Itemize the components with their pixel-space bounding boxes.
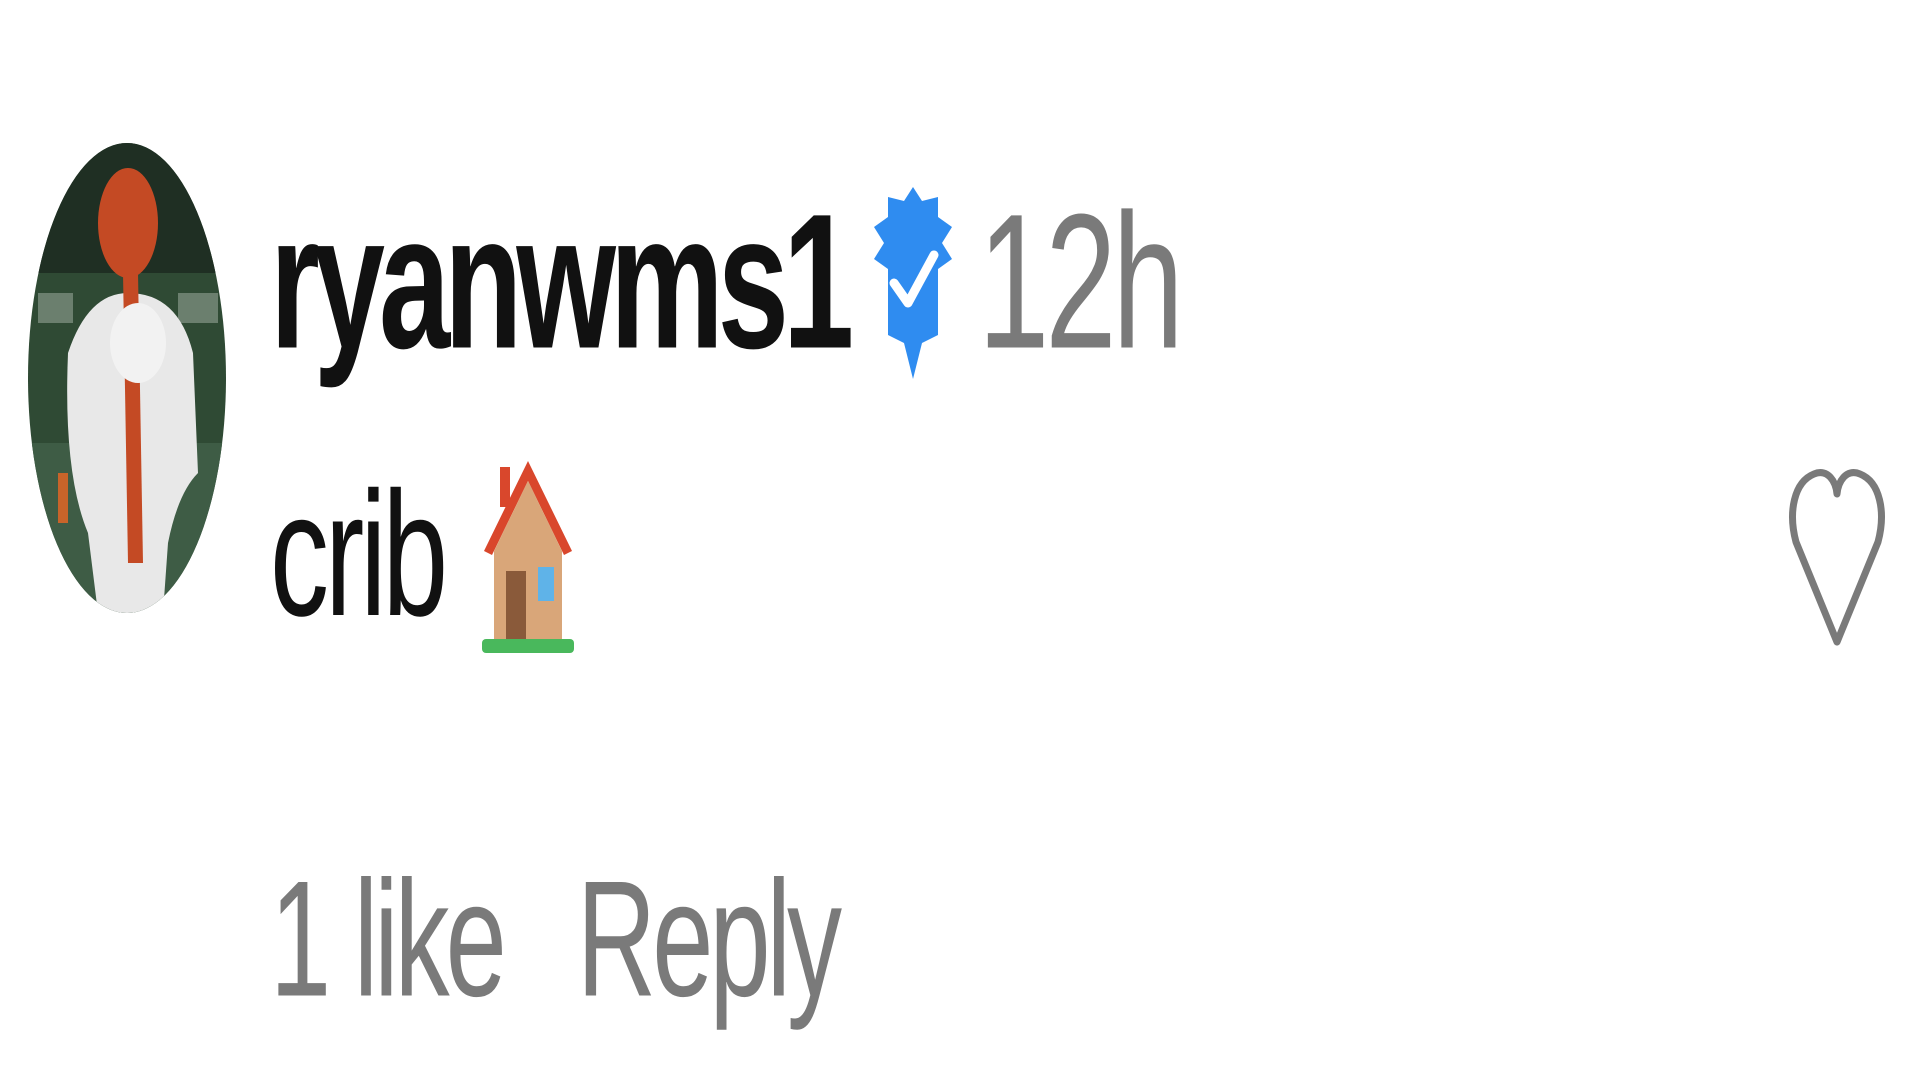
username-link[interactable]: ryanwms1 — [270, 186, 854, 379]
avatar[interactable] — [28, 143, 226, 613]
like-heart-icon[interactable] — [1788, 452, 1886, 652]
comment-body: crib — [270, 455, 575, 655]
likes-count-link[interactable]: 1 like — [270, 857, 507, 1023]
comment-text: crib — [270, 456, 448, 654]
comment-header: ryanwms1 12h — [270, 168, 1184, 398]
comment-actions: 1 like Reply — [270, 840, 842, 1040]
verified-badge-icon — [872, 183, 954, 383]
timestamp: 12h — [978, 175, 1184, 390]
house-icon — [482, 455, 575, 655]
reply-button[interactable]: Reply — [577, 857, 842, 1023]
comment-item: ryanwms1 12h crib 1 like Reply — [0, 0, 1920, 1080]
